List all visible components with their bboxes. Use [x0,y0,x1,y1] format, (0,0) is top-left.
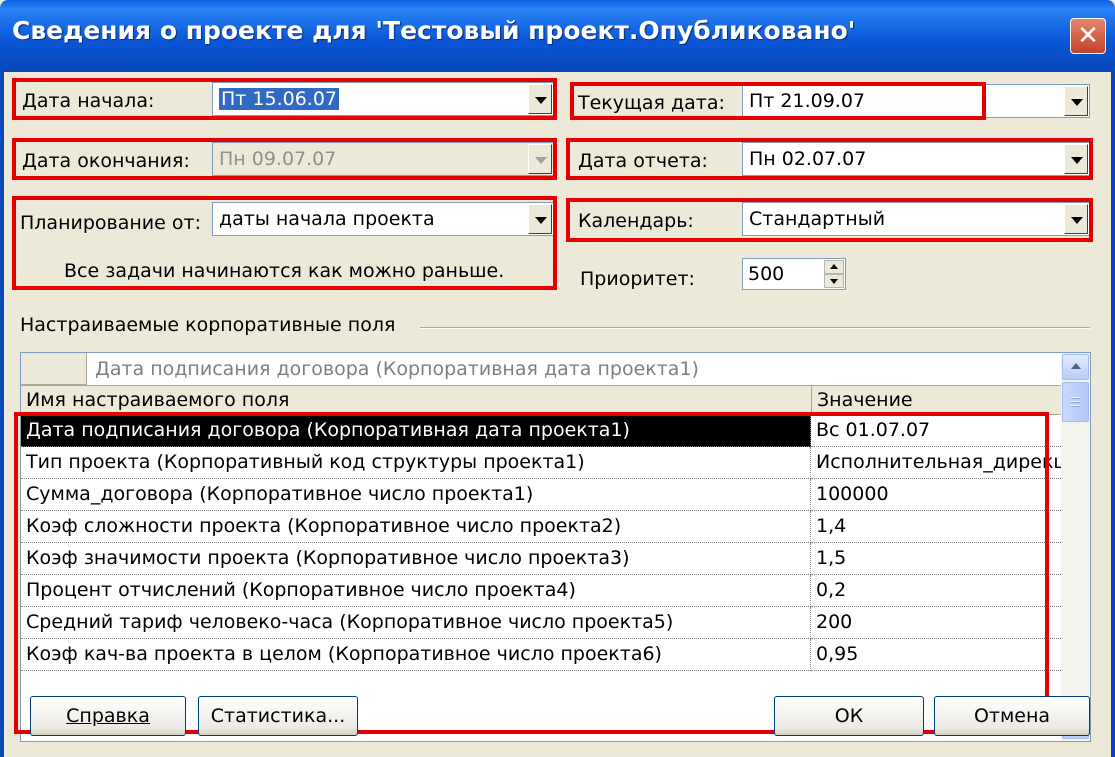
title-bar: Сведения о проекте для 'Тестовый проект.… [0,0,1115,72]
ok-button[interactable]: ОК [774,696,924,736]
grid-edit-text[interactable]: Дата подписания договора (Корпоративная … [95,358,699,380]
spin-down-icon[interactable] [824,274,844,288]
priority-stepper[interactable]: 500 [742,258,846,290]
scroll-up-icon[interactable] [1062,354,1089,380]
chevron-down-icon[interactable] [1064,86,1088,116]
column-header-value[interactable]: Значение [817,389,913,411]
custom-fields-group-label: Настраиваемые корпоративные поля [20,314,396,336]
priority-label: Приоритет: [580,268,695,290]
spin-up-icon[interactable] [824,260,844,274]
highlight-calendar [566,198,1093,242]
scroll-thumb[interactable] [1062,382,1089,422]
dialog-title: Сведения о проекте для 'Тестовый проект.… [12,16,856,45]
highlight-status-date [566,138,1093,180]
statistics-button[interactable]: Статистика... [198,696,358,736]
vertical-scrollbar[interactable] [1061,353,1090,741]
highlight-start-date [12,78,557,120]
priority-value: 500 [748,263,785,285]
close-icon: ✕ [1077,21,1099,51]
highlight-schedule-from [12,196,557,290]
grid-header: Имя настраиваемого поля Значение [21,385,1061,416]
column-header-name[interactable]: Имя настраиваемого поля [26,389,289,411]
highlight-current-date [570,82,986,120]
grid-edit-bar: Дата подписания договора (Корпоративная … [21,353,1061,385]
help-button[interactable]: Справка [30,696,186,736]
close-button[interactable]: ✕ [1070,18,1106,54]
grid-corner-cell [21,353,87,385]
cancel-button[interactable]: Отмена [934,696,1090,736]
group-divider [420,327,1090,329]
highlight-finish-date [12,138,557,180]
dialog-body: Дата начала: Пт 15.06.07 Дата окончания:… [0,72,1115,757]
highlight-custom-fields [14,412,1049,734]
